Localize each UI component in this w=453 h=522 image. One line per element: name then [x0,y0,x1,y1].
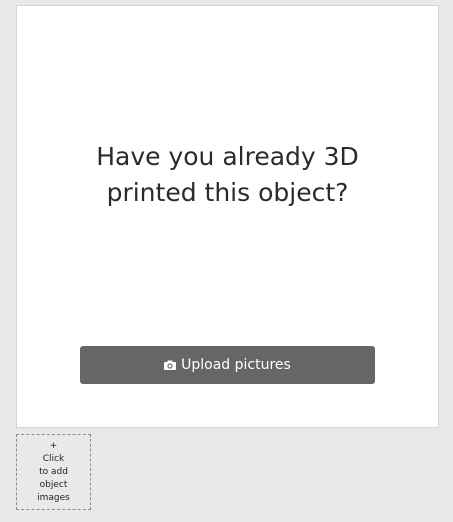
add-icon: + [49,440,58,451]
add-images-text-2: to add [39,466,68,477]
add-images-text-3: object [39,479,68,490]
prompt-question-line-1: Have you already 3D [96,142,359,171]
add-images-text-1: Click [42,453,65,464]
prompt-question: Have you already 3D printed this object? [17,139,438,211]
add-images-text-4: images [37,492,70,503]
upload-panel: Have you already 3D printed this object?… [16,5,439,428]
add-object-images-tile[interactable]: + Click to add object images [16,434,91,510]
prompt-question-line-2: printed this object? [106,178,349,207]
upload-pictures-label: Upload pictures [181,357,291,373]
upload-pictures-button[interactable]: Upload pictures [80,346,375,384]
camera-icon [164,360,177,370]
